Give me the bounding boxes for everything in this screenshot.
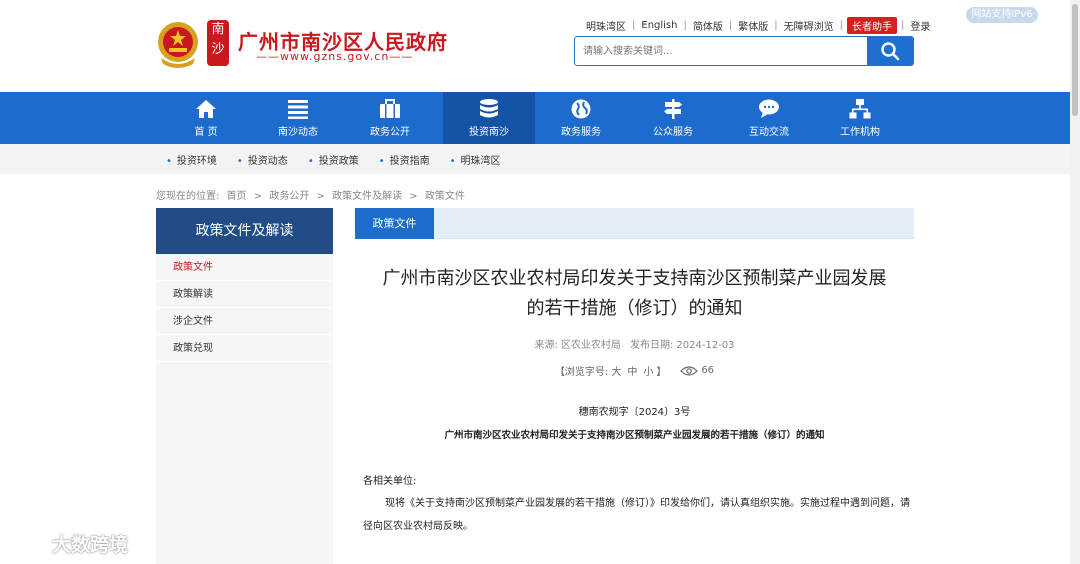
nav-item-gov-services[interactable]: 政务服务 bbox=[535, 92, 627, 144]
nav-label: 投资南沙 bbox=[469, 127, 509, 138]
top-link-accessibility[interactable]: 无障碍浏览 bbox=[778, 18, 840, 33]
divider: | bbox=[839, 19, 843, 31]
sidebar-title: 政策文件及解读 bbox=[156, 208, 333, 254]
briefcase-icon bbox=[380, 99, 400, 118]
scrollbar-thumb[interactable] bbox=[1072, 4, 1078, 116]
sidebar-item-policy-interpretation[interactable]: 政策解读 bbox=[156, 281, 333, 308]
org-chart-icon bbox=[849, 99, 871, 119]
login-link[interactable]: 登录 bbox=[904, 18, 936, 33]
list-icon bbox=[288, 100, 308, 119]
ipv6-badge: 网站支持IPv6 bbox=[966, 7, 1038, 23]
top-link-traditional[interactable]: 繁体版 bbox=[732, 18, 774, 33]
breadcrumb-home[interactable]: 首页 bbox=[227, 191, 247, 202]
nav-label: 公众服务 bbox=[653, 127, 693, 138]
tab-policy-docs[interactable]: 政策文件 bbox=[355, 208, 434, 239]
view-count-value: 66 bbox=[701, 365, 715, 376]
breadcrumb-sep: > bbox=[253, 191, 263, 202]
watermark-text: 大数跨境 bbox=[52, 534, 129, 556]
nav-label: 政务公开 bbox=[370, 127, 410, 138]
breadcrumb-sep: > bbox=[409, 191, 418, 202]
signpost-icon bbox=[664, 99, 682, 119]
sidebar-item-policy-fulfillment[interactable]: 政策兑现 bbox=[156, 335, 333, 362]
article-panel: 政策文件 广州市南沙区农业农村局印发关于支持南沙区预制菜产业园发展 的若干措施（… bbox=[355, 208, 914, 564]
date-label: 发布日期: bbox=[630, 340, 674, 351]
search-input[interactable] bbox=[575, 37, 867, 65]
nav-item-public-affairs[interactable]: 政务公开 bbox=[344, 92, 436, 144]
seal-text: 南沙 bbox=[211, 22, 225, 57]
breadcrumb-public-affairs[interactable]: 政务公开 bbox=[269, 191, 309, 202]
nav-label: 互动交流 bbox=[749, 127, 789, 138]
nav-item-invest[interactable]: 投资南沙 bbox=[443, 92, 535, 144]
national-emblem-icon bbox=[158, 22, 198, 68]
subnav-item-policy[interactable]: 投资政策 bbox=[308, 152, 359, 167]
breadcrumb-policy-docs[interactable]: 政策文件及解读 bbox=[332, 191, 402, 202]
home-icon bbox=[196, 100, 216, 118]
search-button[interactable] bbox=[867, 37, 913, 65]
salutation: 各相关单位: bbox=[363, 476, 417, 487]
nav-item-agencies[interactable]: 工作机构 bbox=[814, 92, 906, 144]
scrollbar[interactable] bbox=[1070, 0, 1080, 564]
breadcrumb-sep: > bbox=[316, 191, 325, 202]
source-label: 来源: bbox=[534, 340, 558, 351]
breadcrumb: 您现在的位置: 首页 > 政务公开 > 政策文件及解读 > 政策文件 bbox=[156, 187, 469, 202]
article-tab-bar: 政策文件 bbox=[355, 208, 914, 239]
body-paragraph: 现将《关于支持南沙区预制菜产业园发展的若干措施（修订）》印发给你们，请认真组织实… bbox=[363, 498, 910, 532]
elder-helper-button[interactable]: 长者助手 bbox=[846, 16, 897, 34]
subnav-item-guide[interactable]: 投资指南 bbox=[379, 152, 430, 167]
document-number: 穗南农规字〔2024〕3号 bbox=[578, 407, 691, 418]
source-value: 区农业农村局 bbox=[560, 340, 621, 351]
nav-item-public-services[interactable]: 公众服务 bbox=[627, 92, 719, 144]
watermark-logo-icon bbox=[8, 535, 46, 552]
font-size-medium[interactable]: 中 bbox=[627, 363, 637, 378]
globe-icon bbox=[571, 99, 591, 119]
breadcrumb-prefix: 您现在的位置: bbox=[156, 191, 220, 202]
nav-label: 南沙动态 bbox=[278, 127, 318, 138]
breadcrumb-current[interactable]: 政策文件 bbox=[425, 191, 465, 202]
article-title-line1: 广州市南沙区农业农村局印发关于支持南沙区预制菜产业园发展 bbox=[382, 268, 887, 289]
document-subtitle: 广州市南沙区农业农村局印发关于支持南沙区预制菜产业园发展的若干措施（修订）的通知 bbox=[444, 430, 825, 441]
nansha-seal-logo: 南沙 bbox=[207, 20, 229, 66]
view-count: 66 bbox=[680, 365, 714, 376]
nav-item-news[interactable]: 南沙动态 bbox=[252, 92, 344, 144]
nav-item-interaction[interactable]: 互动交流 bbox=[723, 92, 815, 144]
font-size-small[interactable]: 小 bbox=[643, 363, 653, 378]
search-icon bbox=[881, 42, 900, 61]
sub-nav: 投资环境 投资动态 投资政策 投资指南 明珠湾区 bbox=[0, 144, 1070, 174]
font-size-controls: 【浏览字号: 大 中 小 】 66 bbox=[355, 363, 914, 378]
article-title-line2: 的若干措施（修订）的通知 bbox=[526, 298, 743, 319]
top-link-english[interactable]: English bbox=[635, 20, 683, 31]
sidebar-item-enterprise-docs[interactable]: 涉企文件 bbox=[156, 308, 333, 335]
chat-icon bbox=[759, 99, 779, 118]
sidebar-item-policy-docs[interactable]: 政策文件 bbox=[156, 254, 333, 281]
font-size-large[interactable]: 大 bbox=[611, 363, 621, 378]
nav-item-home[interactable]: 首 页 bbox=[160, 92, 252, 144]
subnav-item-mingzhuwan[interactable]: 明珠湾区 bbox=[450, 152, 501, 167]
top-link-simplified[interactable]: 简体版 bbox=[687, 18, 729, 33]
top-links: 明珠湾区 | English | 简体版 | 繁体版 | 无障碍浏览 | 长者助… bbox=[580, 16, 936, 34]
subnav-item-environment[interactable]: 投资环境 bbox=[166, 152, 217, 167]
database-icon bbox=[480, 99, 498, 118]
site-header: 南沙 广州市南沙区人民政府 ——www.gzns.gov.cn—— 明珠湾区 |… bbox=[0, 0, 1080, 92]
search-box bbox=[574, 36, 914, 66]
site-url: ——www.gzns.gov.cn—— bbox=[256, 50, 414, 63]
top-link-mingzhuwan[interactable]: 明珠湾区 bbox=[580, 18, 632, 33]
watermark: 大数跨境 bbox=[8, 530, 128, 557]
eye-icon bbox=[680, 365, 699, 376]
main-nav: 首 页 南沙动态 政务公开 投资南沙 政务服务 公众服务 互动交流 工作机构 bbox=[0, 92, 1070, 144]
date-value: 2024-12-03 bbox=[676, 340, 735, 351]
article-meta: 来源: 区农业农村局 发布日期: 2024-12-03 bbox=[355, 336, 914, 351]
font-size-close: 】 bbox=[656, 367, 667, 378]
article-title: 广州市南沙区农业农村局印发关于支持南沙区预制菜产业园发展 的若干措施（修订）的通… bbox=[355, 264, 914, 324]
nav-label: 工作机构 bbox=[840, 127, 880, 138]
subnav-item-news[interactable]: 投资动态 bbox=[237, 152, 288, 167]
nav-label: 首 页 bbox=[194, 127, 218, 138]
sidebar: 政策文件及解读 政策文件 政策解读 涉企文件 政策兑现 bbox=[156, 208, 333, 564]
nav-label: 政务服务 bbox=[561, 127, 601, 138]
font-size-label: 【浏览字号: bbox=[554, 367, 609, 378]
